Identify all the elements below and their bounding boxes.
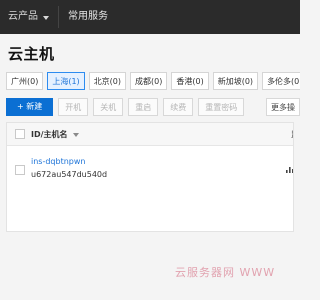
start-button[interactable]: 开机 [58, 98, 89, 116]
select-all-checkbox[interactable] [15, 129, 25, 139]
instance-table: ID/主机名 监 ins-dqbtnpwn u672au547du540d [6, 122, 294, 232]
region-tab-toronto[interactable]: 多伦多(0) [262, 72, 300, 90]
filter-icon[interactable] [72, 132, 79, 137]
region-tab-hongkong[interactable]: 香港(0) [171, 72, 209, 90]
region-tabs: 广州(0) 上海(1) 北京(0) 成都(0) 香港(0) 新加坡(0) 多伦多… [6, 72, 300, 90]
watermark: 云服务器网 WWW [175, 266, 276, 279]
instance-id-link[interactable]: ins-dqbtnpwn [31, 156, 107, 168]
common-services-link[interactable]: 常用服务 [68, 11, 108, 23]
column-id-name[interactable]: ID/主机名 [31, 129, 79, 140]
new-instance-button[interactable]: + 新建 [6, 98, 54, 116]
region-tab-shanghai[interactable]: 上海(1) [47, 72, 85, 90]
instance-id-cell: ins-dqbtnpwn u672au547du540d [31, 156, 107, 181]
product-menu[interactable]: 云产品 [8, 11, 49, 23]
region-tab-chengdu[interactable]: 成都(0) [130, 72, 168, 90]
row-checkbox[interactable] [15, 165, 25, 175]
product-menu-label: 云产品 [8, 11, 38, 22]
column-id-name-label: ID/主机名 [31, 130, 68, 139]
region-tab-singapore[interactable]: 新加坡(0) [212, 72, 259, 90]
reset-password-button[interactable]: 重置密码 [198, 98, 245, 116]
renew-button[interactable]: 续费 [163, 98, 194, 116]
page: 云产品 常用服务 云主机 广州(0) 上海(1) 北京(0) 成都(0) 香港(… [0, 0, 300, 300]
shutdown-button[interactable]: 关机 [93, 98, 124, 116]
region-tab-guangzhou[interactable]: 广州(0) [6, 72, 44, 90]
region-tab-beijing[interactable]: 北京(0) [88, 72, 127, 90]
column-monitor-cut: 监 [291, 129, 293, 140]
nav-divider [58, 6, 59, 28]
table-header: ID/主机名 监 [7, 123, 293, 146]
instance-toolbar: + 新建 开机 关机 重启 续费 重置密码 [6, 98, 245, 116]
table-row: ins-dqbtnpwn u672au547du540d [7, 153, 293, 193]
more-actions-button[interactable]: 更多操 [266, 98, 300, 116]
top-nav-bar: 云产品 常用服务 [0, 0, 300, 34]
instance-hostname: u672au547du540d [31, 170, 108, 179]
restart-button[interactable]: 重启 [128, 98, 159, 116]
page-title: 云主机 [8, 45, 55, 63]
monitor-chart-icon[interactable] [286, 165, 294, 173]
chevron-down-icon [43, 16, 49, 20]
